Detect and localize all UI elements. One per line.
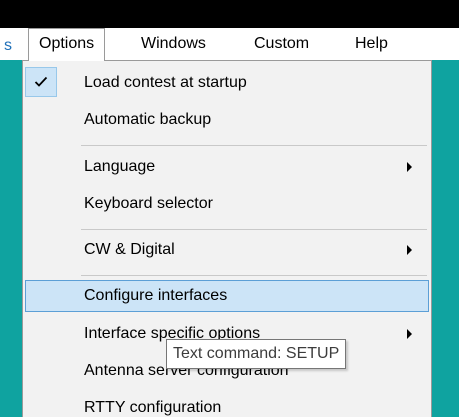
menu-item-label: Automatic backup: [84, 111, 212, 128]
menu-item-load-contest-at-startup[interactable]: Load contest at startup: [23, 65, 431, 101]
chevron-right-icon: [407, 329, 412, 339]
menu-item-rtty-configuration[interactable]: RTTY configuration: [23, 390, 431, 417]
menu-item-configure-interfaces[interactable]: Configure interfaces: [23, 278, 431, 314]
menu-item-keyboard-selector[interactable]: Keyboard selector: [23, 186, 431, 222]
menu-item-language[interactable]: Language: [23, 149, 431, 185]
menu-item-label: Load contest at startup: [84, 74, 247, 91]
menu-windows[interactable]: Windows: [131, 28, 216, 60]
menu-bar: s Options Windows Custom Help: [0, 28, 459, 61]
menu-item-label: CW & Digital: [84, 241, 175, 258]
menu-item-label: Configure interfaces: [84, 287, 228, 304]
tooltip: Text command: SETUP: [166, 339, 347, 369]
menu-item-cw-digital[interactable]: CW & Digital: [23, 232, 431, 268]
application-window: s Options Windows Custom Help Load conte…: [0, 0, 459, 417]
menu-separator: [81, 229, 427, 230]
menu-separator: [81, 145, 427, 146]
menu-help[interactable]: Help: [345, 28, 398, 60]
menu-custom[interactable]: Custom: [244, 28, 319, 60]
chevron-right-icon: [407, 162, 412, 172]
menu-separator: [81, 275, 427, 276]
chevron-right-icon: [407, 245, 412, 255]
menu-item-label: Keyboard selector: [84, 195, 213, 212]
menu-options[interactable]: Options: [28, 28, 106, 61]
menu-item-label: Language: [84, 158, 156, 175]
checkmark-icon: [25, 67, 57, 97]
menu-item-automatic-backup[interactable]: Automatic backup: [23, 102, 431, 138]
menu-item-label: RTTY configuration: [84, 399, 222, 416]
app-background-left: [0, 60, 22, 417]
app-background-right: [432, 60, 459, 417]
menu-bar-edge: s: [4, 37, 12, 54]
